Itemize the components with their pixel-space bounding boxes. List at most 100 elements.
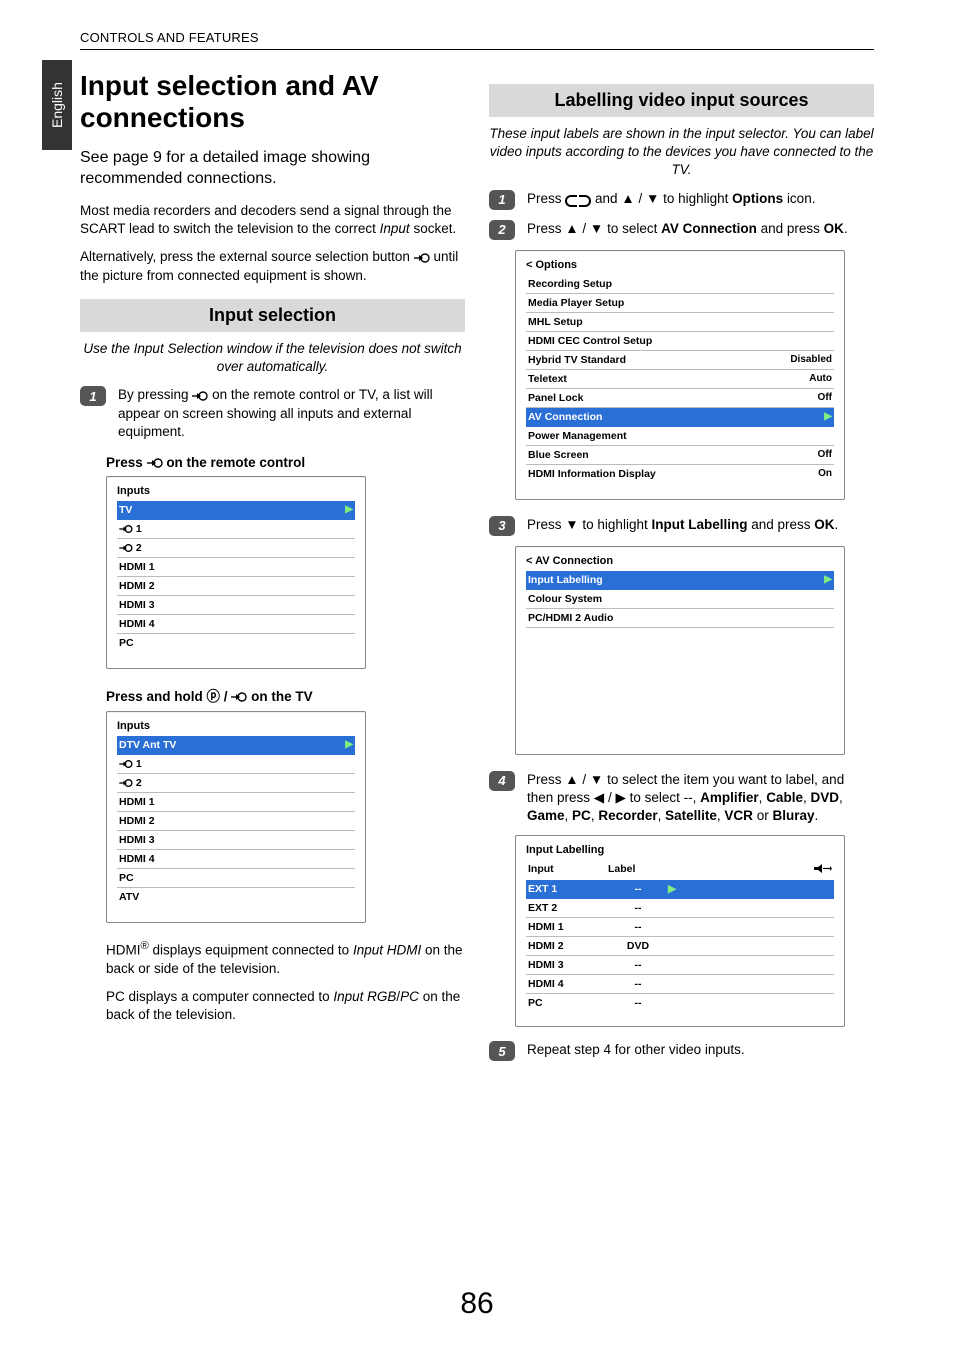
list-item[interactable]: HDMI 1 xyxy=(117,558,355,577)
list-item[interactable]: HDMI 3 xyxy=(117,831,355,850)
item-label: HDMI Information Display xyxy=(528,468,656,480)
list-item[interactable]: TeletextAuto xyxy=(526,370,834,389)
menu-title: Inputs xyxy=(117,485,355,497)
list-item[interactable]: Input Labelling▶ xyxy=(526,571,834,590)
source-icon xyxy=(147,457,163,469)
list-item[interactable]: HDMI 2 xyxy=(117,577,355,596)
right-arrow-icon: ▶ xyxy=(615,790,625,805)
item-value: Disabled xyxy=(790,354,832,365)
p-circle-icon: ⓟ xyxy=(207,689,221,704)
list-item[interactable]: HDMI Information DisplayOn xyxy=(526,465,834,483)
list-item[interactable]: Recording Setup xyxy=(526,275,834,294)
list-item[interactable]: 2 xyxy=(117,774,355,793)
step-badge-1: 1 xyxy=(80,386,106,406)
list-item[interactable]: AV Connection▶ xyxy=(526,408,834,427)
list-item[interactable]: HDMI 2 xyxy=(117,812,355,831)
text: . xyxy=(835,517,839,532)
step-badge-2: 2 xyxy=(489,220,515,240)
table-row[interactable]: EXT 2-- xyxy=(526,899,834,918)
list-item[interactable]: ATV xyxy=(117,888,355,906)
source-icon xyxy=(192,390,208,402)
cell-label: DVD xyxy=(608,940,668,952)
table-row[interactable]: HDMI 3-- xyxy=(526,956,834,975)
bold-word: OK xyxy=(814,517,834,532)
list-item[interactable]: PC xyxy=(117,634,355,652)
bold-word: Recorder xyxy=(598,808,657,823)
item-label: 2 xyxy=(119,777,142,789)
list-item[interactable]: HDMI 1 xyxy=(117,793,355,812)
footnote-pc: PC displays a computer connected to Inpu… xyxy=(106,988,465,1024)
text: Press xyxy=(527,221,565,236)
table-row[interactable]: EXT 1--▶ xyxy=(526,880,834,899)
text: on the remote control xyxy=(166,455,305,470)
text: 1 xyxy=(136,758,142,770)
list-item[interactable]: Panel LockOff xyxy=(526,389,834,408)
step-text: By pressing on the remote control or TV,… xyxy=(118,386,465,441)
item-label: PC xyxy=(119,637,134,649)
section-input-selection: Input selection xyxy=(80,299,465,332)
item-label: TV xyxy=(119,504,132,516)
av-connection-menu: < AV Connection Input Labelling▶Colour S… xyxy=(515,546,845,755)
audio-out-icon xyxy=(812,863,832,877)
item-label: Power Management xyxy=(528,430,627,442)
text: Press xyxy=(527,772,565,787)
section-intro: Use the Input Selection window if the te… xyxy=(80,340,465,376)
list-item[interactable]: MHL Setup xyxy=(526,313,834,332)
item-label: ATV xyxy=(119,891,139,903)
text: 2 xyxy=(136,542,142,554)
bold-word: Amplifier xyxy=(700,790,759,805)
list-item[interactable]: Media Player Setup xyxy=(526,294,834,313)
step-1-right: 1 Press and ▲ / ▼ to highlight Options i… xyxy=(489,190,874,210)
list-item[interactable]: 1 xyxy=(117,755,355,774)
item-label: 1 xyxy=(119,523,142,535)
list-item[interactable]: Colour System xyxy=(526,590,834,609)
col-header-label: Label xyxy=(608,863,728,877)
cell-input: HDMI 2 xyxy=(528,940,608,952)
cell-input: EXT 2 xyxy=(528,902,608,914)
text: , xyxy=(839,790,843,805)
item-label: Media Player Setup xyxy=(528,297,624,309)
list-item[interactable]: HDMI 4 xyxy=(117,850,355,869)
table-row[interactable]: HDMI 1-- xyxy=(526,918,834,937)
list-item[interactable]: 2 xyxy=(117,539,355,558)
list-item[interactable]: TV ▶ xyxy=(117,501,355,520)
list-item[interactable]: HDMI CEC Control Setup xyxy=(526,332,834,351)
list-item[interactable]: DTV Ant TV▶ xyxy=(117,736,355,755)
item-label: Blue Screen xyxy=(528,449,589,461)
subhead-remote: Press on the remote control xyxy=(106,455,465,470)
right-column: Labelling video input sources These inpu… xyxy=(489,70,874,1071)
text: / xyxy=(638,191,646,206)
text: PC displays a computer connected to xyxy=(106,989,333,1004)
list-item[interactable]: PC xyxy=(117,869,355,888)
chevron-right-icon: ▶ xyxy=(345,504,353,515)
up-arrow-icon: ▲ xyxy=(565,772,578,787)
list-item[interactable]: Hybrid TV StandardDisabled xyxy=(526,351,834,370)
source-icon xyxy=(119,778,133,788)
step-text: Press ▲ / ▼ to select AV Connection and … xyxy=(527,220,874,238)
table-row[interactable]: PC-- xyxy=(526,994,834,1012)
bold-word: AV Connection xyxy=(661,221,757,236)
list-item[interactable]: HDMI 4 xyxy=(117,615,355,634)
page-title: Input selection and AV connections xyxy=(80,70,465,134)
item-value: Off xyxy=(818,449,832,460)
list-item[interactable]: 1 xyxy=(117,520,355,539)
list-item[interactable]: HDMI 3 xyxy=(117,596,355,615)
menu-title: Input Labelling xyxy=(526,844,834,856)
table-row[interactable]: HDMI 4-- xyxy=(526,975,834,994)
bold-word: Options xyxy=(732,191,783,206)
list-item[interactable]: Power Management xyxy=(526,427,834,446)
down-arrow-icon: ▼ xyxy=(646,191,659,206)
list-item[interactable]: PC/HDMI 2 Audio xyxy=(526,609,834,628)
chevron-right-icon: ▶ xyxy=(824,574,832,585)
step-text: Press and ▲ / ▼ to highlight Options ico… xyxy=(527,190,874,208)
text: to highlight xyxy=(582,517,651,532)
step-badge-1: 1 xyxy=(489,190,515,210)
bold-word: Satellite xyxy=(665,808,717,823)
table-row[interactable]: HDMI 2DVD xyxy=(526,937,834,956)
breadcrumb: CONTROLS AND FEATURES xyxy=(80,30,874,45)
cell-input: HDMI 1 xyxy=(528,921,608,933)
list-item[interactable]: Blue Screen Off xyxy=(526,446,834,465)
down-arrow-icon: ▼ xyxy=(565,517,578,532)
text: or xyxy=(753,808,773,823)
text: Press xyxy=(527,191,565,206)
